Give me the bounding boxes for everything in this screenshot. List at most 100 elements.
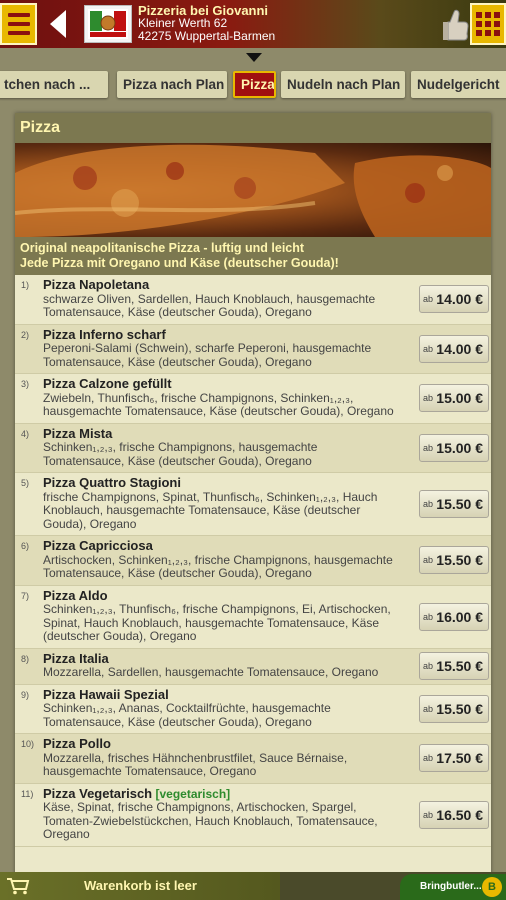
item-title-row: Pizza Italia xyxy=(43,651,401,667)
item-description: Schinken₁,₂,₃, frische Champignons, haus… xyxy=(43,440,318,468)
item-price: 15.00 € xyxy=(436,439,483,456)
menu-item[interactable]: 6) Pizza Capricciosa Artischocken, Schinke… xyxy=(15,536,491,586)
item-price: 14.00 € xyxy=(436,291,483,308)
item-price: 15.50 € xyxy=(436,496,483,512)
shop-info: Pizzeria bei Giovanni Kleiner Werth 62 4… xyxy=(138,4,275,43)
item-price-button[interactable]: ab 15.50 € xyxy=(419,546,489,575)
tab-nudelgerichte[interactable]: Nudelgericht xyxy=(411,71,506,98)
menu-item[interactable]: 11) Pizza Vegetarisch [vegetarisch] Käse, … xyxy=(15,784,491,847)
item-description: schwarze Oliven, Sardellen, Hauch Knobla… xyxy=(43,291,376,319)
thumbs-up-icon[interactable] xyxy=(440,4,470,44)
footer-bar: Warenkorb ist leer Bringbutler... B xyxy=(0,872,506,900)
grid-icon-cell xyxy=(485,12,491,18)
category-description-line: Original neapolitanische Pizza - luftig … xyxy=(20,241,305,255)
grid-icon-cell xyxy=(494,30,500,36)
shopping-cart-icon xyxy=(7,878,30,895)
price-prefix: ab xyxy=(423,611,434,622)
item-name: Pizza Napoletana xyxy=(43,277,150,292)
item-price-button[interactable]: ab 14.00 € xyxy=(419,285,489,314)
item-number: 3) xyxy=(21,379,30,389)
grid-icon-cell xyxy=(494,12,500,18)
item-name: Pizza Mista xyxy=(43,425,113,441)
menu-item[interactable]: 1) Pizza Napoletana schwarze Oliven, Sarde… xyxy=(15,275,491,325)
active-tab-indicator-icon xyxy=(246,53,262,62)
back-arrow-icon[interactable] xyxy=(46,8,68,40)
tab-kitchen[interactable]: tchen nach ... xyxy=(0,71,108,98)
item-description: Mozzarella, Sardellen, hausgemachte Toma… xyxy=(43,665,379,679)
item-name: Pizza Vegetarisch xyxy=(43,785,153,801)
category-title: Pizza xyxy=(15,113,491,143)
app-header: Pizzeria bei Giovanni Kleiner Werth 62 4… xyxy=(0,0,506,48)
menu-item[interactable]: 3) Pizza Calzone gefüllt Zwiebeln, Thunfis… xyxy=(15,374,491,424)
menu-item[interactable]: 4) Pizza Mista Schinken₁,₂,₃, frische Cham… xyxy=(15,423,491,473)
menu-button[interactable] xyxy=(0,3,37,45)
item-number: 5) xyxy=(21,478,30,488)
item-name: Pizza Calzone gefüllt xyxy=(43,376,172,391)
tab-pizza[interactable]: Pizza xyxy=(233,71,276,98)
item-name: Pizza Quattro Stagioni xyxy=(43,475,181,490)
menu-item[interactable]: 2) Pizza Inferno scharf Peperoni-Salami (S… xyxy=(15,324,491,374)
price-prefix: ab xyxy=(423,499,434,509)
tab-nudeln-nach-plan[interactable]: Nudeln nach Plan xyxy=(281,71,405,98)
item-description: Zwiebeln, Thunfisch₆, frische Champignon… xyxy=(43,390,394,418)
menu-item[interactable]: 5) Pizza Quattro Stagioni frische Champign… xyxy=(15,473,491,536)
item-number: 1) xyxy=(21,280,30,290)
shop-address-city: 42275 Wuppertal-Barmen xyxy=(138,29,276,43)
item-price-button[interactable]: ab 15.50 € xyxy=(419,490,489,518)
menu-icon-bar xyxy=(7,31,30,35)
price-prefix: ab xyxy=(423,442,434,453)
item-number: 8) xyxy=(21,653,30,664)
item-number: 11) xyxy=(21,788,34,799)
menu-panel: Pizza Original neapolitanische Pizza - l… xyxy=(15,113,491,878)
item-description: Mozzarella, frisches Hähnchenbrustfilet,… xyxy=(43,750,348,778)
price-prefix: ab xyxy=(423,753,434,764)
item-price: 14.00 € xyxy=(436,340,483,357)
item-name: Pizza Pollo xyxy=(43,736,111,751)
grid-icon-cell xyxy=(485,30,491,36)
price-prefix: ab xyxy=(423,294,434,305)
price-prefix: ab xyxy=(423,555,434,566)
bringbutler-link[interactable]: Bringbutler... B xyxy=(400,874,506,900)
bringbutler-label: Bringbutler... xyxy=(420,881,482,892)
item-price-button[interactable]: ab 15.50 € xyxy=(419,694,489,723)
item-price-button[interactable]: ab 15.50 € xyxy=(419,652,489,680)
item-price-button[interactable]: ab 15.00 € xyxy=(419,433,489,462)
item-title-row: Pizza Hawaii Spezial xyxy=(43,686,401,703)
restaurant-logo xyxy=(84,5,132,43)
tab-pizza-nach-plan[interactable]: Pizza nach Plan xyxy=(117,71,227,98)
category-hero-image xyxy=(15,143,491,237)
grid-icon-cell xyxy=(494,21,500,27)
price-prefix: ab xyxy=(423,393,434,404)
item-name: Pizza Hawaii Spezial xyxy=(43,686,169,702)
item-number: 7) xyxy=(21,590,30,601)
menu-item[interactable]: 10) Pizza Pollo Mozzarella, frisches Hähnc… xyxy=(15,734,491,784)
grid-menu-button[interactable] xyxy=(470,3,506,45)
category-description-line: Jede Pizza mit Oregano und Käse (deutsch… xyxy=(20,256,339,270)
item-price: 15.00 € xyxy=(436,390,483,407)
item-price: 16.00 € xyxy=(436,608,483,625)
category-description: Original neapolitanische Pizza - luftig … xyxy=(15,237,491,275)
menu-item[interactable]: 9) Pizza Hawaii Spezial Schinken₁,₂,₃, Ana… xyxy=(15,685,491,734)
item-price-button[interactable]: ab 14.00 € xyxy=(419,334,489,363)
price-prefix: ab xyxy=(423,703,434,714)
price-prefix: ab xyxy=(423,343,434,354)
item-title-row: Pizza Napoletana xyxy=(43,278,401,293)
item-title-row: Pizza Calzone gefüllt xyxy=(43,377,401,392)
item-description: Peperoni-Salami (Schwein), scharfe Peper… xyxy=(43,341,372,369)
grid-icon-cell xyxy=(485,21,491,27)
menu-icon-bar xyxy=(7,22,30,26)
grid-icon-cell xyxy=(476,21,482,27)
item-number: 6) xyxy=(21,541,30,551)
item-price-button[interactable]: ab 16.00 € xyxy=(419,602,489,631)
cart-button[interactable]: Warenkorb ist leer xyxy=(0,872,280,900)
vegetarian-tag: [vegetarisch] xyxy=(155,786,231,801)
item-title-row: Pizza Quattro Stagioni xyxy=(43,476,401,491)
item-price-button[interactable]: ab 16.50 € xyxy=(419,800,489,829)
item-price: 16.50 € xyxy=(436,806,483,823)
item-price-button[interactable]: ab 15.00 € xyxy=(419,384,489,413)
grid-icon-cell xyxy=(476,12,482,18)
item-price-button[interactable]: ab 17.50 € xyxy=(419,744,489,773)
item-name: Pizza Aldo xyxy=(43,587,108,603)
menu-item[interactable]: 7) Pizza Aldo Schinken₁,₂,₃, Thunfisch₆, f… xyxy=(15,586,491,649)
menu-item[interactable]: 8) Pizza Italia Mozzarella, Sardellen, hau… xyxy=(15,648,491,685)
